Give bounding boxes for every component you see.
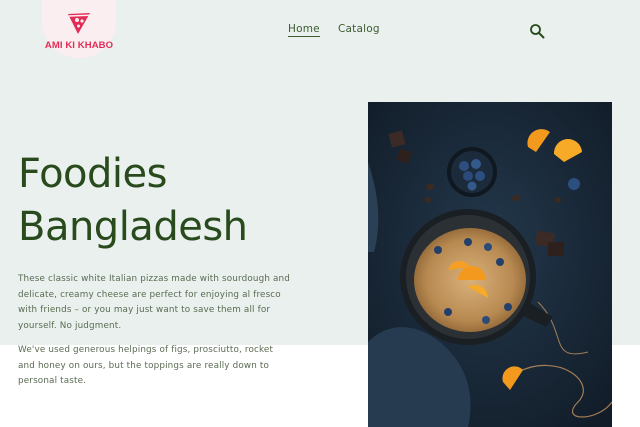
intro-paragraph-2: We've used generous helpings of figs, pr… [18,345,274,386]
nav-catalog-link[interactable]: Catalog [338,23,380,35]
pizza-slice-icon [68,13,90,34]
nav-home-link[interactable]: Home [288,23,320,37]
site-logo[interactable]: AMI KI KHABO [42,0,116,58]
logo-text: AMI KI KHABO [44,40,114,51]
page-title: Foodies Bangladesh [18,148,248,254]
hero-food-photo [368,102,612,427]
search-icon[interactable] [529,23,545,39]
title-line-1: Foodies [18,151,167,197]
intro-paragraph-1: These classic white Italian pizzas made … [18,274,291,331]
food-photo-illustration [368,102,612,427]
title-line-2: Bangladesh [18,204,248,250]
